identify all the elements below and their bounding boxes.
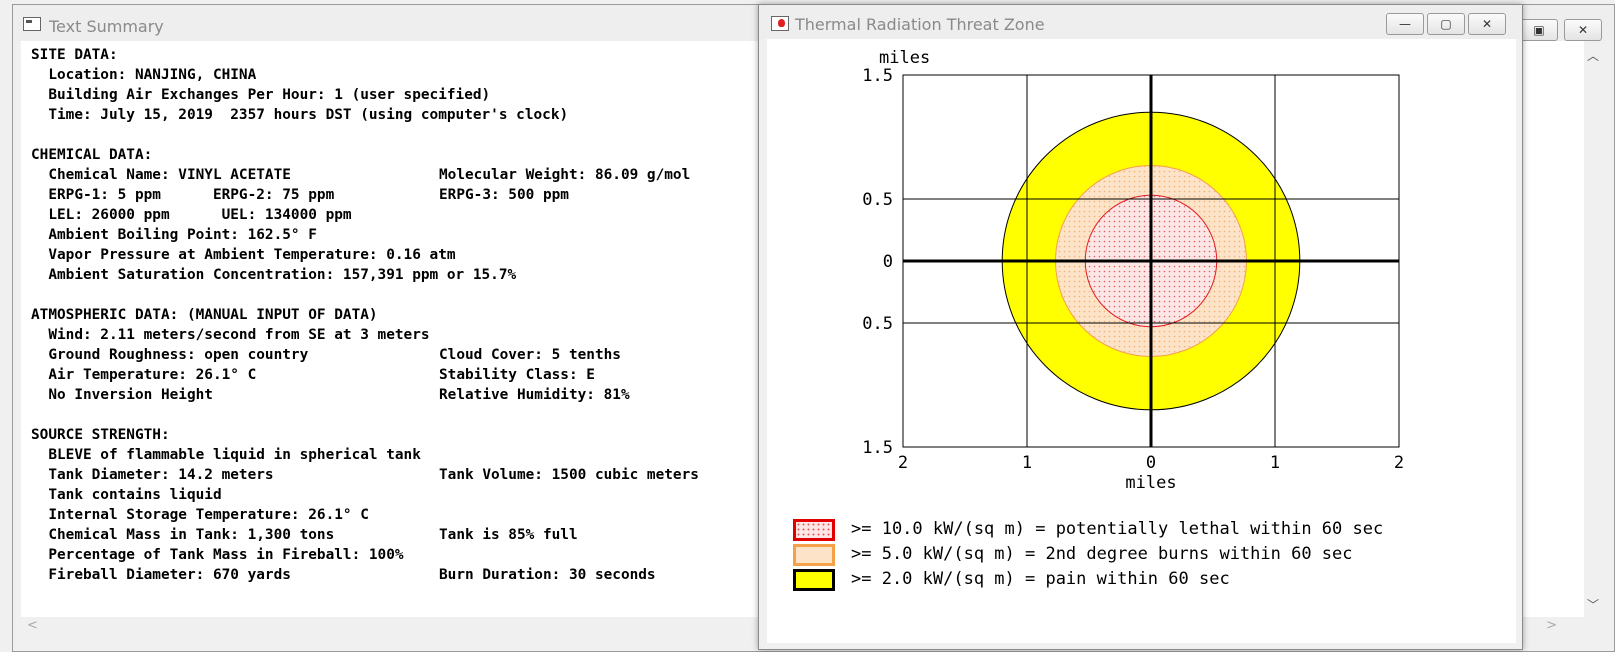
y-axis-label: miles	[879, 48, 930, 68]
legend-row: >= 2.0 kW/(sq m) = pain within 60 sec	[793, 567, 1503, 591]
background-restore-button[interactable]: ▣	[1520, 19, 1558, 41]
thermal-plot-area: 2 1 0 1 2 1.5 0.5 0 0.5 1.5 miles miles >= 10.0 kW/…	[767, 39, 1516, 643]
summary-line-left: Vapor Pressure at Ambient Temperature: 0…	[31, 247, 456, 263]
legend-swatch	[793, 519, 835, 541]
summary-line-left: Time: July 15, 2019 2357 hours DST (usin…	[31, 107, 569, 123]
summary-line: SOURCE STRENGTH:	[31, 425, 568, 445]
summary-line: BLEVE of flammable liquid in spherical t…	[31, 445, 568, 465]
summary-line-left: Chemical Name: VINYL ACETATE	[31, 167, 291, 183]
summary-line: Ambient Boiling Point: 162.5° F	[31, 225, 568, 245]
summary-line: Wind: 2.11 meters/second from SE at 3 me…	[31, 325, 568, 345]
summary-line-left: Tank Diameter: 14.2 meters	[31, 467, 274, 483]
summary-line-left: ATMOSPHERIC DATA: (MANUAL INPUT OF DATA)	[31, 307, 378, 323]
summary-line-left: Percentage of Tank Mass in Fireball: 100…	[31, 547, 404, 563]
summary-line: Chemical Name: VINYL ACETATE Molecular We…	[31, 165, 690, 185]
summary-line: Internal Storage Temperature: 26.1° C	[31, 505, 568, 525]
summary-line: Chemical Mass in Tank: 1,300 tons Tank is…	[31, 525, 577, 545]
summary-line-left: Ambient Boiling Point: 162.5° F	[31, 227, 317, 243]
legend-swatch	[793, 544, 835, 566]
x-tick-label: 2	[898, 453, 908, 473]
summary-line-left: Fireball Diameter: 670 yards	[31, 567, 291, 583]
summary-line: LEL: 26000 ppm UEL: 134000 ppm	[31, 205, 568, 225]
summary-line-left: Ground Roughness: open country	[31, 347, 309, 363]
scroll-right-icon[interactable]: >	[1546, 618, 1557, 633]
summary-line: No Inversion Height Relative Humidity: 81…	[31, 385, 629, 405]
summary-line-left: LEL: 26000 ppm UEL: 134000 ppm	[31, 207, 352, 223]
summary-line: Tank contains liquid	[31, 485, 568, 505]
summary-line: Ground Roughness: open country Cloud Cove…	[31, 345, 621, 365]
window-app-icon	[23, 17, 41, 31]
summary-line: Location: NANJING, CHINA	[31, 65, 568, 85]
y-tick-label: 0.5	[862, 190, 893, 210]
summary-line: Percentage of Tank Mass in Fireball: 100…	[31, 545, 568, 565]
summary-line: Air Temperature: 26.1° C Stability Class:…	[31, 365, 595, 385]
y-tick-label: 1.5	[862, 66, 893, 86]
scroll-left-icon[interactable]: <	[27, 618, 38, 633]
y-tick-label: 0	[883, 252, 893, 272]
summary-line: Time: July 15, 2019 2357 hours DST (usin…	[31, 105, 568, 125]
summary-line-left: Chemical Mass in Tank: 1,300 tons	[31, 527, 335, 543]
x-tick-label: 0	[1146, 453, 1156, 473]
x-tick-label: 1	[1022, 453, 1032, 473]
y-tick-label: 0.5	[862, 314, 893, 334]
summary-line-left: Air Temperature: 26.1° C	[31, 367, 257, 383]
x-axis-label: miles	[1125, 473, 1176, 493]
summary-line	[31, 285, 568, 305]
summary-line-left: No Inversion Height	[31, 387, 213, 403]
legend-label: >= 2.0 kW/(sq m) = pain within 60 sec	[851, 569, 1230, 589]
summary-line-right: Stability Class: E	[439, 367, 595, 383]
threat-zone-chart: 2 1 0 1 21.50.500.51.5milesmiles	[862, 48, 1404, 493]
legend-row: >= 5.0 kW/(sq m) = 2nd degree burns with…	[793, 542, 1503, 566]
summary-line-left: Location: NANJING, CHINA	[31, 67, 257, 83]
summary-line-right: Relative Humidity: 81%	[439, 387, 630, 403]
summary-line: ATMOSPHERIC DATA: (MANUAL INPUT OF DATA)	[31, 305, 568, 325]
summary-line: CHEMICAL DATA:	[31, 145, 568, 165]
legend-label: >= 10.0 kW/(sq m) = potentially lethal w…	[851, 519, 1384, 539]
close-button[interactable]: ✕	[1468, 13, 1506, 35]
summary-line-right: Tank Volume: 1500 cubic meters	[439, 467, 699, 483]
thermal-titlebar[interactable]: Thermal Radiation Threat Zone — ▢ ✕	[759, 5, 1522, 39]
summary-line-left: Tank contains liquid	[31, 487, 222, 503]
legend-label: >= 5.0 kW/(sq m) = 2nd degree burns with…	[851, 544, 1353, 564]
summary-line-left: BLEVE of flammable liquid in spherical t…	[31, 447, 421, 463]
y-tick-label: 1.5	[862, 438, 893, 458]
summary-line: Fireball Diameter: 670 yards Burn Duratio…	[31, 565, 655, 585]
summary-line-left: Ambient Saturation Concentration: 157,39…	[31, 267, 517, 283]
summary-line-left: SITE DATA:	[31, 47, 118, 63]
scroll-down-icon[interactable]: ﹀	[1587, 596, 1599, 613]
summary-line-right: Tank is 85% full	[439, 527, 578, 543]
summary-line-left: ERPG-1: 5 ppm ERPG-2: 75 ppm	[31, 187, 335, 203]
summary-line-right: ERPG-3: 500 ppm	[439, 187, 569, 203]
summary-line	[31, 405, 568, 425]
summary-line: Tank Diameter: 14.2 meters Tank Volume: 1…	[31, 465, 699, 485]
summary-line: SITE DATA:	[31, 45, 568, 65]
summary-line-left: CHEMICAL DATA:	[31, 147, 153, 163]
summary-line-right: Burn Duration: 30 seconds	[439, 567, 656, 583]
x-tick-label: 2	[1394, 453, 1404, 473]
x-tick-label: 1	[1270, 453, 1280, 473]
summary-line: Ambient Saturation Concentration: 157,39…	[31, 265, 568, 285]
summary-line-right: Molecular Weight: 86.09 g/mol	[439, 167, 691, 183]
scroll-up-icon[interactable]: ︿	[1587, 47, 1599, 64]
summary-line: Vapor Pressure at Ambient Temperature: 0…	[31, 245, 568, 265]
background-close-button[interactable]: ✕	[1564, 19, 1602, 41]
thermal-threat-zone-window[interactable]: Thermal Radiation Threat Zone — ▢ ✕ 2 1 0 1…	[758, 4, 1523, 650]
minimize-button[interactable]: —	[1386, 13, 1424, 35]
summary-line-left: Internal Storage Temperature: 26.1° C	[31, 507, 369, 523]
flame-icon	[771, 16, 789, 31]
summary-text-block: SITE DATA: Location: NANJING, CHINA Buil…	[31, 45, 699, 585]
summary-line: Building Air Exchanges Per Hour: 1 (user…	[31, 85, 568, 105]
maximize-button[interactable]: ▢	[1427, 13, 1465, 35]
text-summary-title: Text Summary	[49, 17, 164, 36]
legend-row: >= 10.0 kW/(sq m) = potentially lethal w…	[793, 517, 1503, 541]
vertical-scrollbar[interactable]: ︿ ﹀	[1584, 41, 1602, 619]
legend-swatch	[793, 569, 835, 591]
summary-line-right: Cloud Cover: 5 tenths	[439, 347, 621, 363]
summary-line: ERPG-1: 5 ppm ERPG-2: 75 ppm ERPG-3: 500 …	[31, 185, 569, 205]
summary-line-left: Wind: 2.11 meters/second from SE at 3 me…	[31, 327, 430, 343]
summary-line-left: Building Air Exchanges Per Hour: 1 (user…	[31, 87, 491, 103]
thermal-title: Thermal Radiation Threat Zone	[795, 15, 1045, 34]
summary-line-left: SOURCE STRENGTH:	[31, 427, 170, 443]
summary-line	[31, 125, 568, 145]
